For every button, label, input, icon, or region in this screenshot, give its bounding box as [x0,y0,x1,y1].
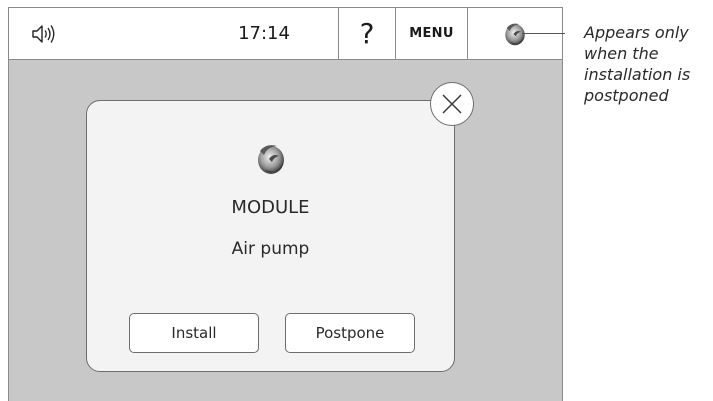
close-x-icon [442,94,462,114]
clock-time: 17:14 [238,23,290,44]
close-dialog-button[interactable] [430,82,474,126]
annotation-leader-line [522,33,565,34]
postpone-button[interactable]: Postpone [285,313,415,353]
menu-button[interactable]: MENU [396,8,468,59]
install-button[interactable]: Install [129,313,259,353]
status-bar: 17:14 ? MENU [9,8,562,60]
clock: 17:14 [204,8,324,59]
help-label: ? [359,16,375,50]
speaker-button[interactable] [9,8,79,59]
dialog-subtitle: Air pump [231,239,310,259]
module-dialog: MODULE Air pump Install Postpone [86,100,455,372]
menu-label: MENU [409,26,454,41]
speaker-volume-icon [32,24,55,43]
dialog-title: MODULE [231,197,310,218]
module-swirl-icon [258,145,284,174]
annotation-text: Appears only when the installation is po… [584,23,691,105]
help-button[interactable]: ? [338,8,396,59]
device-screen: 17:14 ? MENU MODULE Air pump Install Pos… [8,7,563,401]
page: 17:14 ? MENU MODULE Air pump Install Pos… [0,0,713,401]
